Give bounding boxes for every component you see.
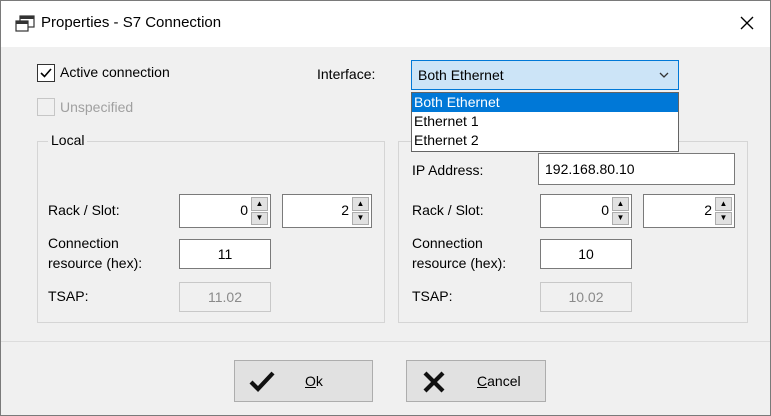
cancel-button[interactable]: Cancel [406,360,546,402]
remote-slot-value: 2 [704,202,712,218]
remote-ip-label: IP Address: [412,162,484,178]
local-rack-value: 0 [240,202,248,218]
spin-up-icon[interactable]: ▲ [251,197,268,211]
local-conn-resource-input[interactable]: 11 [179,239,271,269]
local-conn-resource-label-2: resource (hex): [48,255,143,271]
interface-label: Interface: [317,66,376,82]
local-tsap-value: 11.02 [208,289,242,305]
ok-button[interactable]: Ok [234,360,373,402]
window-title: Properties - S7 Connection [41,14,222,31]
remote-tsap-value: 10.02 [568,289,604,305]
remote-conn-resource-input[interactable]: 10 [540,239,632,269]
title-bar: Properties - S7 Connection [1,1,770,47]
dialog-footer: Ok Cancel [1,341,770,415]
remote-rack-slot-label: Rack / Slot: [412,202,484,218]
local-conn-resource-value: 11 [217,246,233,262]
cancel-label: Cancel [477,373,521,389]
checkmark-icon [249,370,275,394]
local-tsap-label: TSAP: [48,288,89,304]
spin-down-icon[interactable]: ▼ [251,211,268,225]
spin-down-icon[interactable]: ▼ [715,211,732,225]
interface-selected-value: Both Ethernet [418,67,504,83]
cross-icon [421,370,447,394]
unspecified-checkbox[interactable] [37,98,55,116]
remote-rack-spinner[interactable]: 0 ▲ ▼ [540,194,632,228]
unspecified-label: Unspecified [60,99,134,115]
spin-up-icon[interactable]: ▲ [715,197,732,211]
remote-rack-value: 0 [601,202,609,218]
spin-down-icon[interactable]: ▼ [612,211,629,225]
local-group-title: Local [48,132,88,148]
interface-select[interactable]: Both Ethernet [411,60,679,90]
local-tsap-field: 11.02 [179,282,271,312]
window-icon [15,15,35,33]
remote-conn-resource-value: 10 [578,246,594,262]
interface-option[interactable]: Ethernet 2 [412,131,678,150]
local-rack-slot-label: Rack / Slot: [48,202,120,218]
remote-conn-resource-label-2: resource (hex): [412,255,507,271]
local-rack-spinner[interactable]: 0 ▲ ▼ [179,194,271,228]
spin-up-icon[interactable]: ▲ [612,197,629,211]
interface-option[interactable]: Ethernet 1 [412,112,678,131]
local-conn-resource-label-1: Connection [48,235,119,251]
remote-tsap-label: TSAP: [412,288,453,304]
active-connection-label: Active connection [60,64,170,80]
remote-slot-spinner[interactable]: 2 ▲ ▼ [643,194,735,228]
local-slot-spinner[interactable]: 2 ▲ ▼ [282,194,372,228]
ok-label: Ok [305,373,323,389]
spin-up-icon[interactable]: ▲ [352,197,369,211]
interface-dropdown-list: Both Ethernet Ethernet 1 Ethernet 2 [411,92,679,152]
chevron-down-icon [658,68,670,84]
close-button[interactable] [724,1,770,47]
remote-tsap-field: 10.02 [540,282,632,312]
properties-dialog: Properties - S7 Connection Active connec… [0,0,771,416]
local-slot-value: 2 [341,202,349,218]
close-icon [740,16,754,33]
spin-down-icon[interactable]: ▼ [352,211,369,225]
remote-ip-value: 192.168.80.10 [545,161,635,177]
interface-option[interactable]: Both Ethernet [412,93,678,112]
remote-conn-resource-label-1: Connection [412,235,483,251]
remote-ip-input[interactable]: 192.168.80.10 [538,153,735,185]
active-connection-checkbox[interactable] [37,64,55,82]
